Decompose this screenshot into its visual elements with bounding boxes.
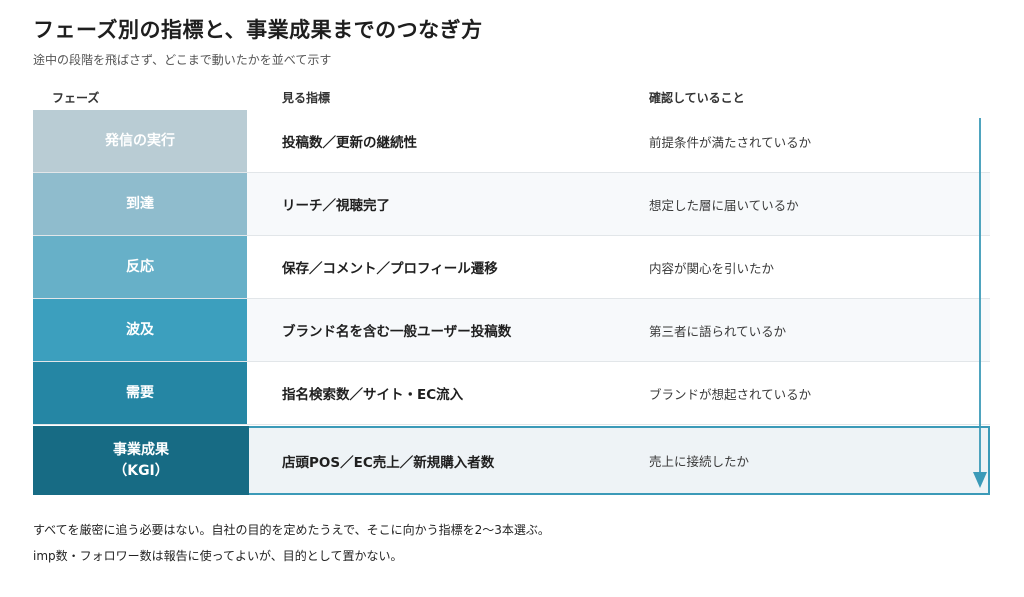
flow-arrow-icon [973,118,987,488]
table-row: 波及 ブランド名を含む一般ユーザー投稿数 第三者に語られているか [33,299,990,362]
metric-cell: 保存／コメント／プロフィール遷移 [282,261,498,277]
check-cell: ブランドが想起されているか [649,386,812,402]
phase-cell: 事業成果 （KGI） [33,426,249,495]
metric-cell: 指名検索数／サイト・EC流入 [282,387,464,403]
page-title: フェーズ別の指標と、事業成果までのつなぎ方 [33,18,483,42]
metric-cell: 店頭POS／EC売上／新規購入者数 [282,454,495,471]
footnote: imp数・フォロワー数は報告に使ってよいが、目的として置かない。 [33,549,403,563]
metric-cell: ブランド名を含む一般ユーザー投稿数 [282,324,512,340]
check-cell: 売上に接続したか [649,454,750,469]
table-row-kgi: 事業成果 （KGI） 店頭POS／EC売上／新規購入者数 売上に接続したか [33,426,990,495]
page-subtitle: 途中の段階を飛ばさず、どこまで動いたかを並べて示す [33,53,332,67]
check-cell: 内容が関心を引いたか [649,260,775,276]
table-header: フェーズ 見る指標 確認していること [0,89,1024,109]
phase-cell: 反応 [33,236,247,298]
phase-cell: 需要 [33,362,247,424]
table-row: 到達 リーチ／視聴完了 想定した層に届いているか [33,173,990,236]
phase-cell: 発信の実行 [33,110,247,172]
phase-cell: 波及 [33,299,247,361]
metric-cell: 投稿数／更新の継続性 [282,135,417,151]
footnote: すべてを厳密に追う必要はない。自社の目的を定めたうえで、そこに向かう指標を2〜3… [33,523,550,537]
table-row: 発信の実行 投稿数／更新の継続性 前提条件が満たされているか [33,110,990,173]
header-check: 確認していること [649,91,745,105]
phase-cell: 到達 [33,173,247,235]
phase-table: 発信の実行 投稿数／更新の継続性 前提条件が満たされているか 到達 リーチ／視聴… [33,110,990,495]
table-row: 需要 指名検索数／サイト・EC流入 ブランドが想起されているか [33,362,990,425]
metric-cell: リーチ／視聴完了 [282,198,390,214]
check-cell: 第三者に語られているか [649,323,787,339]
check-cell: 前提条件が満たされているか [649,134,812,150]
check-cell: 想定した層に届いているか [649,197,799,213]
header-phase: フェーズ [52,91,100,105]
table-row: 反応 保存／コメント／プロフィール遷移 内容が関心を引いたか [33,236,990,299]
header-metric: 見る指標 [282,91,331,105]
